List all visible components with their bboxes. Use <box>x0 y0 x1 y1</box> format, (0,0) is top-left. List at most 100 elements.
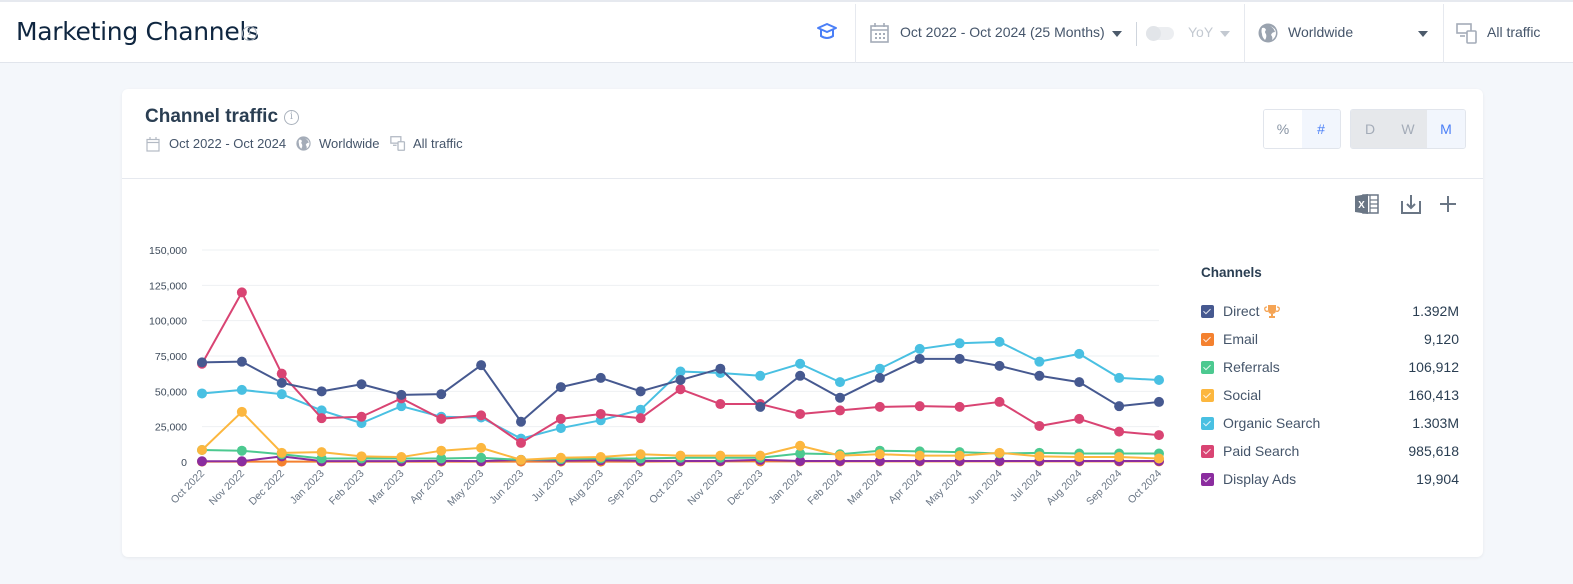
excel-export-icon[interactable]: X <box>1355 193 1379 215</box>
data-point[interactable] <box>1074 348 1085 359</box>
checkbox-icon[interactable] <box>1201 332 1214 346</box>
data-point[interactable] <box>436 413 447 424</box>
data-point[interactable] <box>276 389 287 400</box>
yoy-toggle[interactable] <box>1146 26 1174 41</box>
download-icon[interactable] <box>1400 193 1422 215</box>
data-point[interactable] <box>715 363 726 374</box>
data-point[interactable] <box>994 447 1005 458</box>
data-point[interactable] <box>476 442 487 453</box>
data-point[interactable] <box>1114 426 1125 437</box>
data-point[interactable] <box>516 416 526 427</box>
data-point[interactable] <box>236 384 247 395</box>
data-point[interactable] <box>276 368 287 379</box>
data-point[interactable] <box>635 449 646 460</box>
data-point[interactable] <box>755 401 766 412</box>
country-selector[interactable]: Worldwide <box>1288 24 1353 40</box>
data-point[interactable] <box>316 386 327 397</box>
data-point[interactable] <box>954 401 965 412</box>
data-point[interactable] <box>197 388 207 399</box>
data-point[interactable] <box>1114 372 1125 383</box>
data-point[interactable] <box>236 356 247 367</box>
data-point[interactable] <box>197 456 207 467</box>
weekly-toggle[interactable]: W <box>1389 110 1427 148</box>
data-point[interactable] <box>197 444 207 455</box>
data-point[interactable] <box>1114 452 1125 463</box>
data-point[interactable] <box>715 450 726 461</box>
data-point[interactable] <box>1154 396 1164 407</box>
data-point[interactable] <box>396 452 407 463</box>
data-point[interactable] <box>595 452 606 463</box>
data-point[interactable] <box>436 389 447 400</box>
checkbox-icon[interactable] <box>1201 388 1214 402</box>
data-point[interactable] <box>635 386 646 397</box>
legend-item-social[interactable]: Social 160,413 <box>1201 381 1459 409</box>
graduation-cap-icon[interactable] <box>816 22 838 42</box>
data-point[interactable] <box>476 410 487 421</box>
data-point[interactable] <box>1034 451 1045 462</box>
data-point[interactable] <box>197 357 207 368</box>
checkbox-icon[interactable] <box>1201 472 1214 486</box>
data-point[interactable] <box>236 406 247 417</box>
data-point[interactable] <box>795 408 806 419</box>
data-point[interactable] <box>436 445 447 456</box>
data-point[interactable] <box>835 405 845 416</box>
legend-item-referrals[interactable]: Referrals 106,912 <box>1201 353 1459 381</box>
data-point[interactable] <box>874 401 885 412</box>
data-point[interactable] <box>236 445 247 456</box>
data-point[interactable] <box>1034 420 1045 431</box>
checkbox-icon[interactable] <box>1201 304 1214 318</box>
daily-toggle[interactable]: D <box>1351 110 1389 148</box>
data-point[interactable] <box>914 353 925 364</box>
data-point[interactable] <box>874 372 885 383</box>
country-caret-icon[interactable] <box>1418 31 1428 37</box>
info-icon[interactable]: i <box>242 26 257 41</box>
data-point[interactable] <box>516 437 526 448</box>
data-point[interactable] <box>874 449 885 460</box>
data-point[interactable] <box>914 343 925 354</box>
data-point[interactable] <box>476 452 487 463</box>
data-point[interactable] <box>1034 356 1045 367</box>
data-point[interactable] <box>555 382 566 393</box>
data-point[interactable] <box>954 353 965 364</box>
data-point[interactable] <box>1154 430 1164 441</box>
data-point[interactable] <box>1074 377 1085 388</box>
data-point[interactable] <box>914 401 925 412</box>
data-point[interactable] <box>555 413 566 424</box>
legend-item-direct[interactable]: Direct 1.392M <box>1201 297 1459 325</box>
traffic-selector[interactable]: All traffic <box>1487 24 1540 40</box>
data-point[interactable] <box>1154 453 1164 464</box>
data-point[interactable] <box>835 450 845 461</box>
data-point[interactable] <box>994 336 1005 347</box>
checkbox-icon[interactable] <box>1201 360 1214 374</box>
checkbox-icon[interactable] <box>1201 444 1214 458</box>
add-icon[interactable] <box>1439 195 1457 213</box>
data-point[interactable] <box>236 456 247 467</box>
percent-toggle[interactable]: % <box>1264 110 1302 148</box>
data-point[interactable] <box>236 287 247 298</box>
data-point[interactable] <box>795 440 806 451</box>
number-toggle[interactable]: # <box>1302 110 1340 148</box>
data-point[interactable] <box>555 423 566 434</box>
data-point[interactable] <box>1074 452 1085 463</box>
data-point[interactable] <box>595 372 606 383</box>
data-point[interactable] <box>994 396 1005 407</box>
data-point[interactable] <box>715 399 726 410</box>
date-range-selector[interactable]: Oct 2022 - Oct 2024 (25 Months) <box>900 24 1105 40</box>
data-point[interactable] <box>316 447 327 458</box>
data-point[interactable] <box>675 375 686 386</box>
checkbox-icon[interactable] <box>1201 416 1214 430</box>
legend-item-paid-search[interactable]: Paid Search 985,618 <box>1201 437 1459 465</box>
yoy-caret-icon[interactable] <box>1220 31 1230 37</box>
data-point[interactable] <box>476 360 487 371</box>
legend-item-display-ads[interactable]: Display Ads 19,904 <box>1201 465 1459 493</box>
data-point[interactable] <box>795 370 806 381</box>
date-range-caret-icon[interactable] <box>1112 31 1122 37</box>
data-point[interactable] <box>954 338 965 349</box>
data-point[interactable] <box>675 450 686 461</box>
data-point[interactable] <box>356 379 367 390</box>
data-point[interactable] <box>1114 401 1125 412</box>
data-point[interactable] <box>1034 370 1045 381</box>
data-point[interactable] <box>755 370 766 381</box>
legend-item-organic-search[interactable]: Organic Search 1.303M <box>1201 409 1459 437</box>
data-point[interactable] <box>356 411 367 422</box>
